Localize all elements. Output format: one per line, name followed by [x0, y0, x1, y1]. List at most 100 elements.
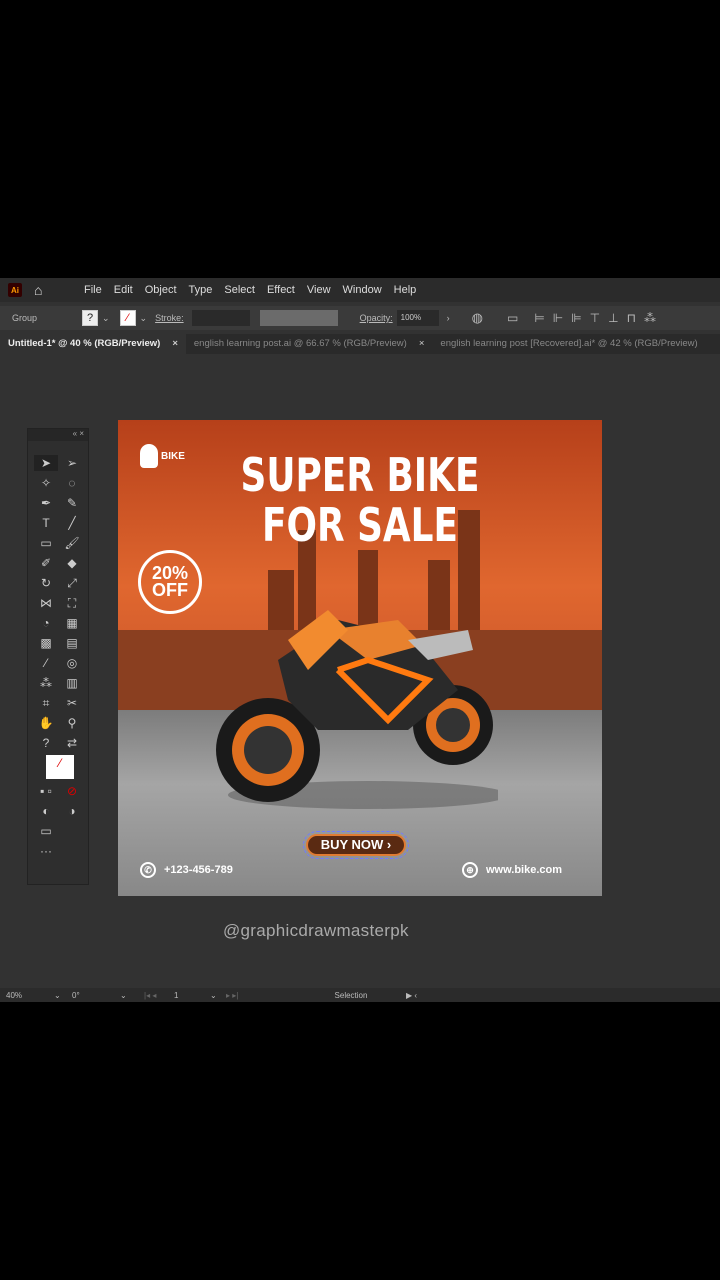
draw-mode-icon[interactable]: ◐: [34, 803, 58, 819]
draw-inside-icon[interactable]: ◑: [60, 803, 84, 819]
chevron-down-icon[interactable]: ⌄: [140, 313, 148, 324]
shaper-icon[interactable]: ✐: [34, 555, 58, 571]
menu-view[interactable]: View: [307, 284, 331, 296]
free-transform-icon[interactable]: ⛶: [60, 595, 84, 611]
title-line-2: FOR SALE: [261, 498, 459, 552]
zoom-level[interactable]: 40%: [6, 991, 54, 1000]
perspective-icon[interactable]: ▦: [60, 615, 84, 631]
menu-type[interactable]: Type: [189, 284, 213, 296]
zoom-tool-icon[interactable]: ⚲: [60, 715, 84, 731]
color-mode-icon[interactable]: ▪ ▫: [34, 783, 58, 799]
paintbrush-icon[interactable]: 🖌: [60, 535, 84, 551]
mesh-icon[interactable]: ▩: [34, 635, 58, 651]
gradient-icon[interactable]: ▤: [60, 635, 84, 651]
menu-window[interactable]: Window: [343, 284, 382, 296]
menu-edit[interactable]: Edit: [114, 284, 133, 296]
stroke-weight-input[interactable]: [191, 310, 250, 326]
buy-now-button[interactable]: BUY NOW ›: [303, 831, 409, 859]
title-line-1: SUPER BIKE: [240, 448, 480, 502]
help-icon[interactable]: ?: [34, 735, 58, 751]
document-tabs: Untitled-1* @ 40 % (RGB/Preview) × englis…: [0, 334, 720, 354]
type-tool-icon[interactable]: T: [34, 515, 58, 531]
rectangle-tool-icon[interactable]: ▭: [34, 535, 58, 551]
globe-icon: ⊕: [462, 862, 478, 878]
stroke-swatch[interactable]: ⁄: [119, 310, 136, 326]
align-icons[interactable]: ⊨⊩⊫⊤⊥⊓⁂: [534, 311, 664, 325]
more-tools-icon[interactable]: ···: [34, 843, 58, 859]
close-icon[interactable]: ×: [172, 338, 178, 349]
magic-wand-icon[interactable]: ✧: [34, 475, 58, 491]
menu-bar: Ai ⌂ File Edit Object Type Select Effect…: [0, 278, 720, 302]
tab-untitled[interactable]: Untitled-1* @ 40 % (RGB/Preview) ×: [0, 334, 186, 354]
menu-select[interactable]: Select: [224, 284, 255, 296]
artboard-number[interactable]: 1: [174, 991, 210, 1000]
selection-tool-icon[interactable]: ➤: [34, 455, 58, 471]
play-icon[interactable]: ▶ ‹: [406, 991, 417, 1000]
rotate-icon[interactable]: ↻: [34, 575, 58, 591]
close-icon[interactable]: ×: [419, 338, 425, 349]
website-contact: ⊕ www.bike.com: [462, 862, 562, 878]
menu-effect[interactable]: Effect: [267, 284, 295, 296]
scale-icon[interactable]: ⤢: [60, 575, 84, 591]
curvature-icon[interactable]: ✎: [60, 495, 84, 511]
control-bar: Group ? ⌄ ⁄ ⌄ Stroke: Opacity: 100% › ◍ …: [0, 306, 720, 330]
tab-label: Untitled-1* @ 40 % (RGB/Preview): [8, 338, 161, 349]
shape-builder-icon[interactable]: ◔: [34, 615, 58, 631]
direct-selection-tool-icon[interactable]: ➢: [60, 455, 84, 471]
chevron-down-icon[interactable]: ⌄: [54, 991, 68, 1000]
line-tool-icon[interactable]: ╱: [60, 515, 84, 531]
blend-icon[interactable]: ◎: [60, 655, 84, 671]
poster-title: SUPER BIKE FOR SALE: [171, 450, 549, 550]
phone-icon: ✆: [140, 862, 156, 878]
eraser-icon[interactable]: ◆: [60, 555, 84, 571]
website-url: www.bike.com: [486, 864, 563, 876]
symbol-sprayer-icon[interactable]: ⁂: [34, 675, 58, 691]
tab-english-learning-post-recovered[interactable]: english learning post [Recovered].ai* @ …: [432, 334, 705, 354]
badge-off: OFF: [152, 580, 188, 600]
menu-help[interactable]: Help: [394, 284, 417, 296]
fill-swatch[interactable]: ?: [82, 310, 98, 326]
artboard-tool-icon[interactable]: ⌗: [34, 695, 58, 711]
tab-label: english learning post [Recovered].ai* @ …: [440, 338, 698, 349]
illustrator-window: Ai ⌂ File Edit Object Type Select Effect…: [0, 278, 720, 1002]
prev-artboard-icon[interactable]: |◂ ◂: [144, 991, 174, 1000]
chevron-down-icon[interactable]: ⌄: [120, 991, 144, 1000]
discount-badge: 20% OFF: [138, 550, 202, 614]
opacity-input[interactable]: 100%: [396, 310, 439, 326]
tools-panel: « × ➤ ➢ ✧ ◌ ✒ ✎ T ╱ ▭ 🖌 ✐ ◆ ↻ ⤢ ⋈ ⛶ ◔ ▦ ▩ ▤ ⁄ ◎ ⁂ ▥ …: [27, 428, 89, 885]
menu-file[interactable]: File: [84, 284, 102, 296]
opacity-label[interactable]: Opacity:: [360, 313, 393, 323]
screen-mode-icon[interactable]: ▭: [34, 823, 58, 839]
chevron-right-icon[interactable]: ›: [447, 313, 450, 323]
next-artboard-icon[interactable]: ▸ ▸|: [226, 991, 296, 1000]
status-bar: 40% ⌄ 0° ⌄ |◂ ◂ 1 ⌄ ▸ ▸| Selection ▶ ‹: [0, 988, 720, 1002]
swap-icon[interactable]: ⇄: [60, 735, 84, 751]
tab-english-learning-post[interactable]: english learning post.ai @ 66.67 % (RGB/…: [186, 334, 433, 354]
hand-tool-icon[interactable]: ✋: [34, 715, 58, 731]
eyedropper-icon[interactable]: ⁄: [34, 655, 58, 671]
menu-object[interactable]: Object: [145, 284, 177, 296]
tab-label: english learning post.ai @ 66.67 % (RGB/…: [193, 338, 407, 349]
artboard-align-icon[interactable]: ▭: [507, 311, 518, 325]
rotation-angle[interactable]: 0°: [72, 991, 120, 1000]
home-icon[interactable]: ⌂: [34, 283, 50, 297]
fill-stroke-icon[interactable]: ⁄: [46, 755, 74, 779]
artboard-poster[interactable]: BIKE SUPER BIKE FOR SALE 20% OFF BUY NOW ›…: [118, 420, 602, 896]
pen-tool-icon[interactable]: ✒: [34, 495, 58, 511]
phone-number: +123-456-789: [164, 864, 233, 876]
slice-icon[interactable]: ✂: [60, 695, 84, 711]
watermark-handle: @graphicdrawmasterpk: [223, 921, 409, 940]
selection-type: Group: [12, 313, 38, 323]
panel-collapse-close[interactable]: « ×: [28, 429, 88, 441]
width-tool-icon[interactable]: ⋈: [34, 595, 58, 611]
variable-width-profile[interactable]: [259, 310, 338, 326]
recolor-icon[interactable]: ◍: [472, 310, 483, 326]
motorcycle-image: [216, 610, 498, 809]
stroke-label[interactable]: Stroke:: [155, 313, 184, 323]
chevron-down-icon[interactable]: ⌄: [102, 313, 110, 324]
chevron-down-icon[interactable]: ⌄: [210, 991, 226, 1000]
none-icon[interactable]: ⊘: [60, 783, 84, 799]
lasso-icon[interactable]: ◌: [60, 475, 84, 491]
current-tool: Selection: [334, 990, 368, 1000]
graph-icon[interactable]: ▥: [60, 675, 84, 691]
